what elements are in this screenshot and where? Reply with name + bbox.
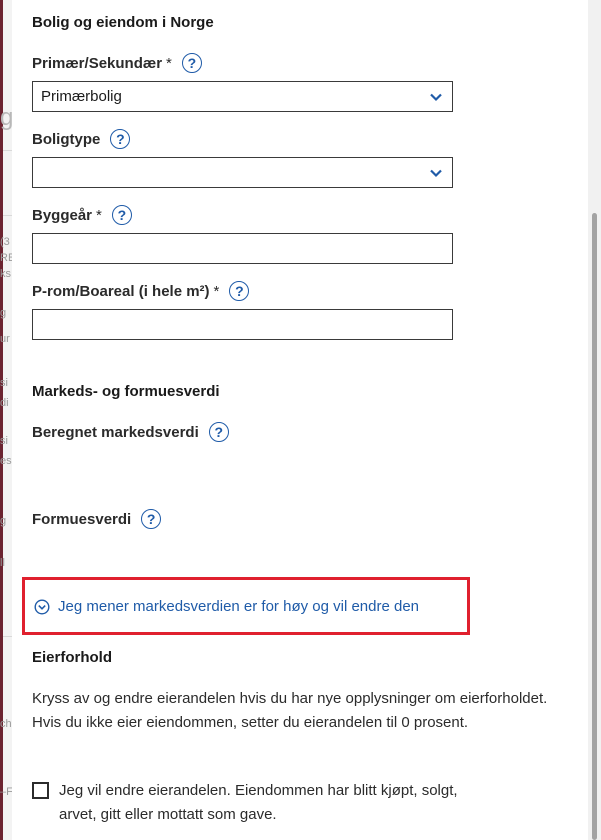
change-market-value-expander[interactable]: Jeg mener markedsverdien er for høy og v…	[34, 598, 419, 615]
background-text: es	[0, 455, 12, 467]
background-text: –FO	[0, 786, 12, 798]
change-ownership-checkbox-row[interactable]: Jeg vil endre eierandelen. Eiendommen ha…	[32, 779, 479, 827]
primar-sekundar-select[interactable]: Primærbolig	[32, 81, 453, 112]
field-label-primar-sekundar: Primær/Sekundær * ?	[32, 53, 202, 73]
byggear-input[interactable]	[32, 233, 453, 264]
required-marker: *	[213, 282, 220, 300]
chevron-down-circle-icon	[34, 598, 50, 615]
help-icon[interactable]: ?	[110, 129, 131, 149]
label-text: P-rom/Boareal (i hele m²)	[32, 282, 210, 300]
label-text: Beregnet markedsverdi	[32, 423, 199, 441]
required-marker: *	[96, 206, 102, 224]
label-text: Primær/Sekundær	[32, 54, 163, 72]
label-text: Formuesverdi	[32, 510, 132, 528]
background-text: g	[0, 307, 7, 319]
checkbox-label: Jeg vil endre eierandelen. Eiendommen ha…	[59, 782, 458, 823]
field-label-p-rom: P-rom/Boareal (i hele m²) * ?	[32, 281, 250, 301]
field-label-boligtype: Boligtype ?	[32, 129, 131, 149]
label-text: Boligtype	[32, 130, 101, 148]
background-text: g	[0, 515, 7, 527]
background-text: ur	[0, 333, 10, 345]
select-value: Primærbolig	[41, 88, 122, 105]
background-text: si	[0, 377, 8, 389]
eierforhold-description: Kryss av og endre eierandelen hvis du ha…	[32, 690, 548, 731]
background-divider	[3, 150, 12, 151]
expander-label: Jeg mener markedsverdien er for høy og v…	[58, 598, 420, 615]
background-text: (3	[0, 236, 10, 248]
field-label-beregnet-markedsverdi: Beregnet markedsverdi ?	[32, 422, 229, 442]
background-divider	[3, 215, 12, 216]
label-text: Byggeår	[32, 206, 93, 224]
required-marker: *	[166, 54, 172, 72]
chevron-down-icon	[430, 93, 442, 102]
boligtype-select[interactable]	[32, 157, 453, 188]
scrollbar-thumb[interactable]	[592, 213, 597, 840]
vertical-scrollbar[interactable]	[588, 0, 601, 840]
change-ownership-checkbox[interactable]	[32, 782, 49, 799]
help-icon[interactable]: ?	[111, 205, 132, 225]
field-label-formuesverdi: Formuesverdi ?	[32, 509, 162, 529]
form-panel: Bolig og eiendom i Norge Primær/Sekundær…	[12, 0, 588, 840]
help-icon[interactable]: ?	[141, 509, 162, 529]
help-icon[interactable]: ?	[229, 281, 250, 301]
section-title-markedsverdi: Markeds- og formuesverdi	[32, 383, 220, 400]
background-text: ks	[0, 268, 11, 280]
background-text: di	[0, 397, 9, 409]
background-divider	[3, 636, 12, 637]
background-text: g	[0, 104, 12, 131]
help-icon[interactable]: ?	[208, 422, 229, 442]
background-text: RE	[0, 252, 12, 264]
section-title-eierforhold: Eierforhold	[32, 649, 113, 666]
background-page-edge: g (3 RE ks g ur si di si es g ll ch –FO	[0, 0, 12, 840]
background-text: ch	[0, 718, 12, 730]
section-title-bolig: Bolig og eiendom i Norge	[32, 14, 214, 31]
help-icon[interactable]: ?	[181, 53, 202, 73]
background-text: ll	[0, 557, 5, 569]
background-text: si	[0, 435, 8, 447]
chevron-down-icon	[430, 169, 442, 178]
field-label-byggear: Byggeår * ?	[32, 205, 132, 225]
p-rom-input[interactable]	[32, 309, 453, 340]
